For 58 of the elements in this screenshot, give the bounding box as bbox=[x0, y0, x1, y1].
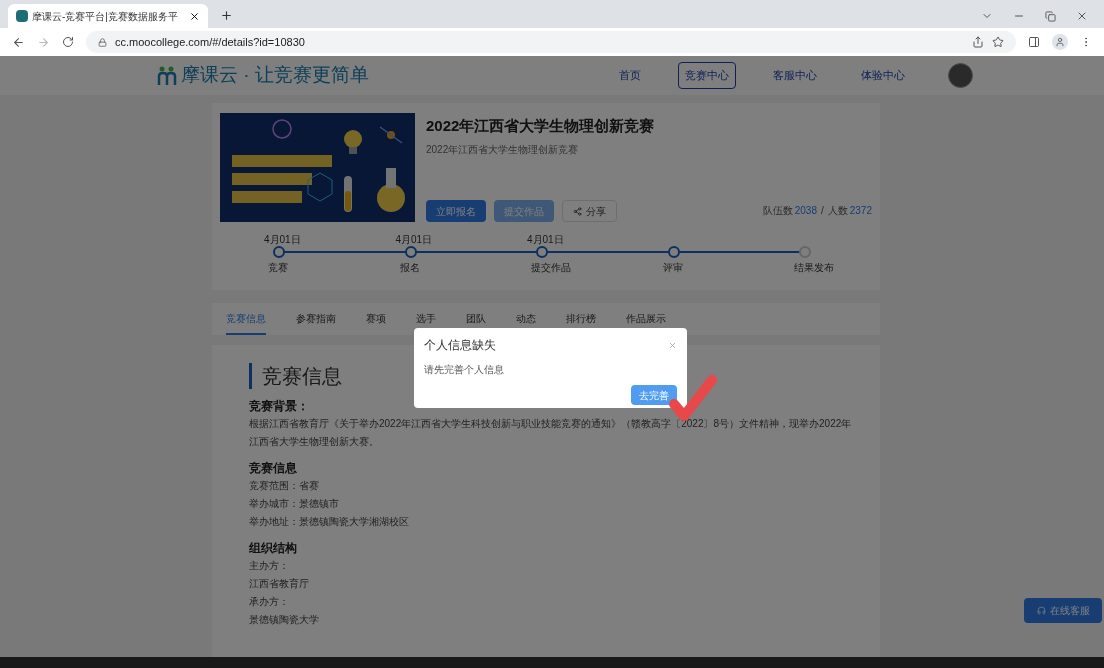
section-title: 竞赛信息 bbox=[249, 460, 298, 477]
stat-value: 2038 bbox=[794, 204, 817, 218]
competition-subtitle: 2022年江西省大学生物理创新竞赛 bbox=[426, 142, 580, 157]
confirm-button[interactable]: 去完善 bbox=[631, 385, 677, 405]
content-tab[interactable]: 竞赛信息 bbox=[226, 303, 266, 335]
info-text: 景德镇陶瓷大学 bbox=[249, 613, 320, 627]
section-title: 竞赛背景： bbox=[249, 398, 310, 415]
logo-text: 摩课云 · 让竞赛更简单 bbox=[181, 63, 369, 88]
avatar[interactable] bbox=[948, 63, 973, 88]
timeline-label: 竞赛 bbox=[268, 261, 288, 275]
close-icon[interactable] bbox=[189, 10, 200, 22]
nav-link[interactable]: 竞赛中心 bbox=[678, 62, 736, 89]
info-text: 主办方： bbox=[249, 559, 290, 573]
online-service-button[interactable]: 在线客服 bbox=[1024, 598, 1102, 623]
share-icon bbox=[573, 206, 582, 216]
nav-link[interactable]: 体验中心 bbox=[854, 62, 912, 89]
back-icon[interactable] bbox=[12, 35, 25, 49]
nav-link[interactable]: 首页 bbox=[612, 62, 648, 89]
site-icon bbox=[16, 10, 28, 22]
new-tab-icon[interactable] bbox=[220, 9, 233, 22]
section-title: 组织结构 bbox=[249, 540, 298, 557]
stat-label: 队伍数 bbox=[762, 204, 793, 218]
restore-icon[interactable] bbox=[1045, 10, 1056, 22]
info-text: 竞赛范围：省赛 bbox=[249, 479, 320, 493]
browser-tab[interactable]: 摩课云-竞赛平台|竞赛数据服务平 bbox=[8, 4, 208, 28]
info-text: 根据江西省教育厅《关于举办2022年江西省大学生科技创新与职业技能竞赛的通知》（赣教高字〔2022〕8号）文件精神，现举办2022年江西省大学生物理创新大赛。 bbox=[249, 417, 853, 449]
info-text: 举办地址：景德镇陶瓷大学湘湖校区 bbox=[249, 515, 410, 529]
timeline-label: 评审 bbox=[662, 261, 683, 275]
share-button[interactable]: 分享 bbox=[562, 200, 617, 222]
info-text: 举办城市：景德镇市 bbox=[249, 497, 340, 511]
info-text: 江西省教育厅 bbox=[249, 577, 310, 591]
logo-icon bbox=[157, 65, 177, 86]
info-text: 承办方： bbox=[249, 595, 290, 609]
reload-icon[interactable] bbox=[62, 36, 74, 48]
competition-title: 2022年江西省大学生物理创新竞赛 bbox=[426, 116, 656, 136]
dialog-message: 请先完善个人信息 bbox=[424, 363, 505, 377]
profile-icon[interactable] bbox=[1052, 34, 1068, 50]
action-button[interactable]: 立即报名 bbox=[426, 200, 486, 222]
headset-icon bbox=[1036, 606, 1046, 615]
stat-value: 2372 bbox=[849, 204, 872, 218]
address-bar[interactable]: cc.moocollege.com/#/details?id=10830 bbox=[86, 31, 1016, 53]
dialog-title: 个人信息缺失 bbox=[424, 337, 496, 354]
sidebar-icon[interactable] bbox=[1028, 36, 1040, 48]
star-icon[interactable] bbox=[992, 36, 1004, 48]
timeline-label: 报名 bbox=[399, 261, 420, 275]
lock-icon bbox=[98, 37, 107, 47]
section-heading: 竞赛信息 bbox=[249, 363, 342, 389]
content-tab[interactable]: 参赛指南 bbox=[296, 303, 336, 335]
content-tab[interactable]: 赛项 bbox=[366, 303, 386, 335]
timeline-label: 提交作品 bbox=[531, 261, 571, 275]
share-icon[interactable] bbox=[972, 36, 984, 48]
timeline-date: 4月01日 bbox=[395, 233, 433, 247]
nav-link[interactable]: 客服中心 bbox=[766, 62, 824, 89]
timeline-label: 结果发布 bbox=[794, 261, 834, 275]
stat-separator: / bbox=[820, 204, 824, 218]
timeline-date: 4月01日 bbox=[264, 233, 301, 247]
stat-label: 人数 bbox=[827, 204, 848, 218]
timeline-date: 4月01日 bbox=[527, 233, 564, 247]
